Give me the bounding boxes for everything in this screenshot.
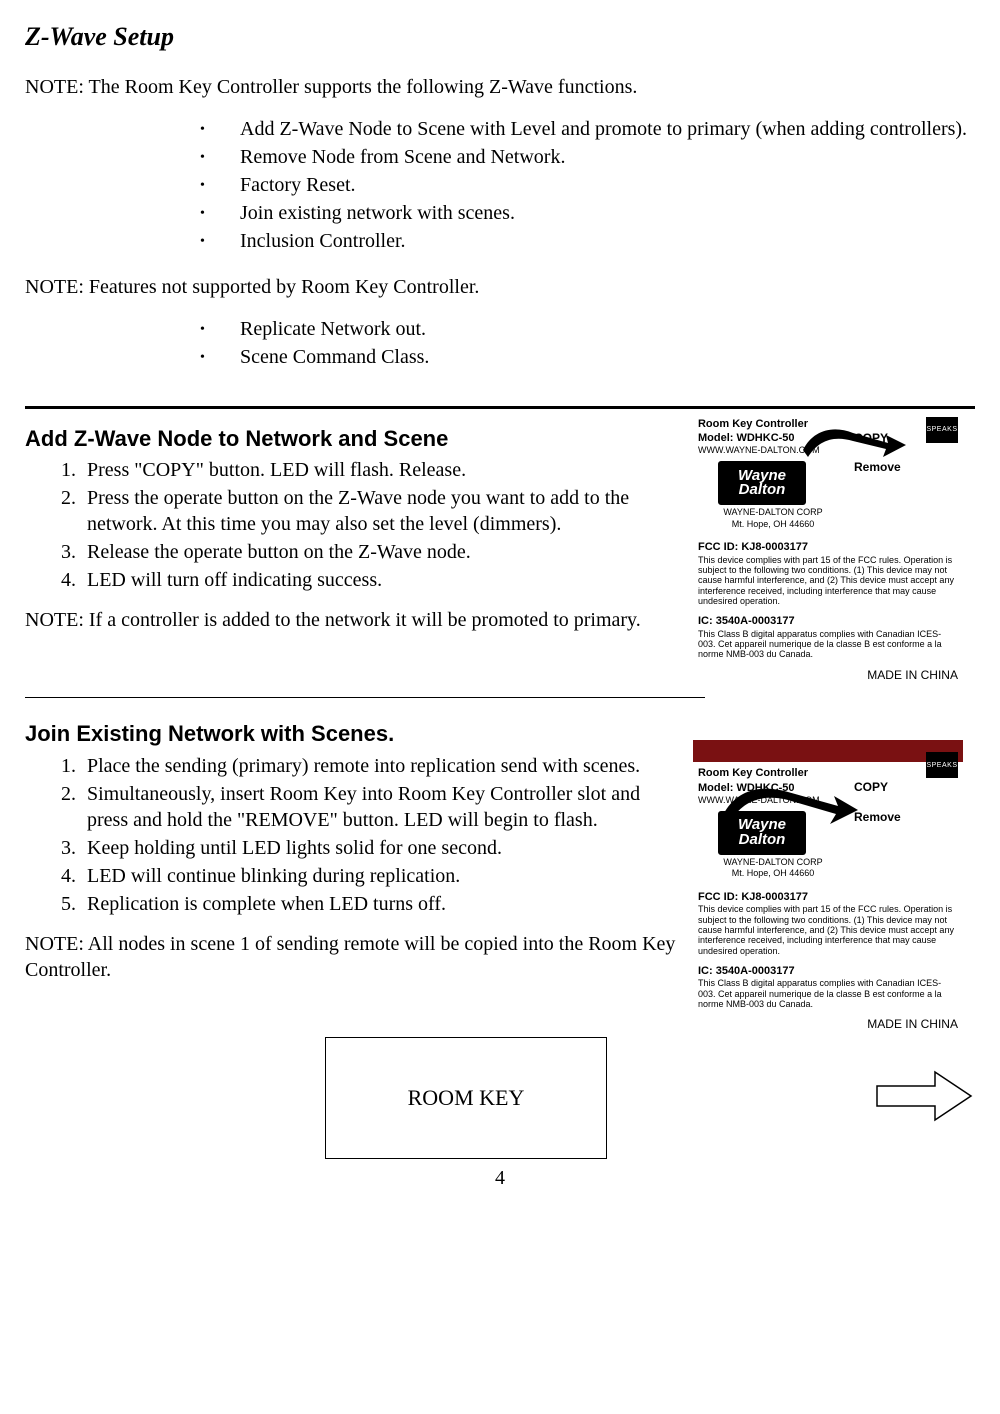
note-promote-primary: NOTE: If a controller is added to the ne…	[25, 607, 678, 633]
product-label-panel-2: SPEAKS Room Key Controller Model: WDHKC-…	[698, 752, 958, 1033]
unsupported-functions-list: Replicate Network out. Scene Command Cla…	[200, 316, 975, 370]
list-item: Factory Reset.	[200, 172, 975, 198]
list-item: Simultaneously, insert Room Key into Roo…	[81, 781, 678, 833]
wayne-dalton-logo: Wayne Dalton	[718, 461, 806, 505]
list-item: Replicate Network out.	[200, 316, 975, 342]
list-item: Join existing network with scenes.	[200, 200, 975, 226]
note-supported-intro: NOTE: The Room Key Controller supports t…	[25, 74, 975, 100]
red-bar-decoration	[693, 740, 963, 762]
label-fcc-text: This device complies with part 15 of the…	[698, 555, 958, 607]
label-address: Mt. Hope, OH 44660	[698, 868, 848, 880]
copy-button-label: COPY	[854, 780, 944, 796]
label-made-in: MADE IN CHINA	[698, 1017, 958, 1033]
section-heading-add-node: Add Z-Wave Node to Network and Scene	[25, 425, 678, 454]
list-item: Release the operate button on the Z-Wave…	[81, 539, 678, 565]
list-item: LED will continue blinking during replic…	[81, 863, 678, 889]
room-key-diagram: ROOM KEY	[325, 1037, 607, 1159]
add-node-steps: Press "COPY" button. LED will flash. Rel…	[81, 457, 678, 593]
list-item: Press the operate button on the Z-Wave n…	[81, 485, 678, 537]
list-item: Keep holding until LED lights solid for …	[81, 835, 678, 861]
label-ic-id: IC: 3540A-0003177	[698, 614, 958, 628]
note-scene-copy: NOTE: All nodes in scene 1 of sending re…	[25, 931, 678, 983]
label-fcc-id: FCC ID: KJ8-0003177	[698, 890, 958, 904]
list-item: Place the sending (primary) remote into …	[81, 753, 678, 779]
zwave-badge: SPEAKS	[926, 417, 958, 443]
arrow-right-icon	[875, 1066, 975, 1126]
list-item: Scene Command Class.	[200, 344, 975, 370]
label-made-in: MADE IN CHINA	[698, 668, 958, 684]
page-title: Z-Wave Setup	[25, 20, 975, 54]
zwave-badge: SPEAKS	[926, 752, 958, 778]
product-label-panel-1: SPEAKS Room Key Controller Model: WDHKC-…	[698, 417, 958, 684]
divider-thin	[25, 697, 705, 698]
label-corp: WAYNE-DALTON CORP	[698, 507, 848, 519]
note-unsupported-intro: NOTE: Features not supported by Room Key…	[25, 274, 975, 300]
label-corp: WAYNE-DALTON CORP	[698, 857, 848, 869]
label-address: Mt. Hope, OH 44660	[698, 519, 848, 531]
section-heading-join-network: Join Existing Network with Scenes.	[25, 720, 678, 749]
page-number: 4	[25, 1165, 975, 1191]
label-ic-text: This Class B digital apparatus complies …	[698, 629, 958, 660]
list-item: Remove Node from Scene and Network.	[200, 144, 975, 170]
list-item: Inclusion Controller.	[200, 228, 975, 254]
join-network-steps: Place the sending (primary) remote into …	[81, 753, 678, 917]
list-item: Replication is complete when LED turns o…	[81, 891, 678, 917]
list-item: Add Z-Wave Node to Scene with Level and …	[200, 116, 975, 142]
label-fcc-id: FCC ID: KJ8-0003177	[698, 540, 958, 554]
label-fcc-text: This device complies with part 15 of the…	[698, 904, 958, 956]
remove-button-label: Remove	[854, 810, 944, 826]
logo-text-bottom: Dalton	[739, 833, 786, 847]
logo-text-bottom: Dalton	[739, 483, 786, 497]
label-ic-id: IC: 3540A-0003177	[698, 964, 958, 978]
label-ic-text: This Class B digital apparatus complies …	[698, 978, 958, 1009]
list-item: LED will turn off indicating success.	[81, 567, 678, 593]
divider-thick	[25, 406, 975, 409]
supported-functions-list: Add Z-Wave Node to Scene with Level and …	[200, 116, 975, 254]
pointing-hand-icon	[798, 415, 908, 465]
list-item: Press "COPY" button. LED will flash. Rel…	[81, 457, 678, 483]
pointing-hand-icon	[718, 770, 858, 830]
